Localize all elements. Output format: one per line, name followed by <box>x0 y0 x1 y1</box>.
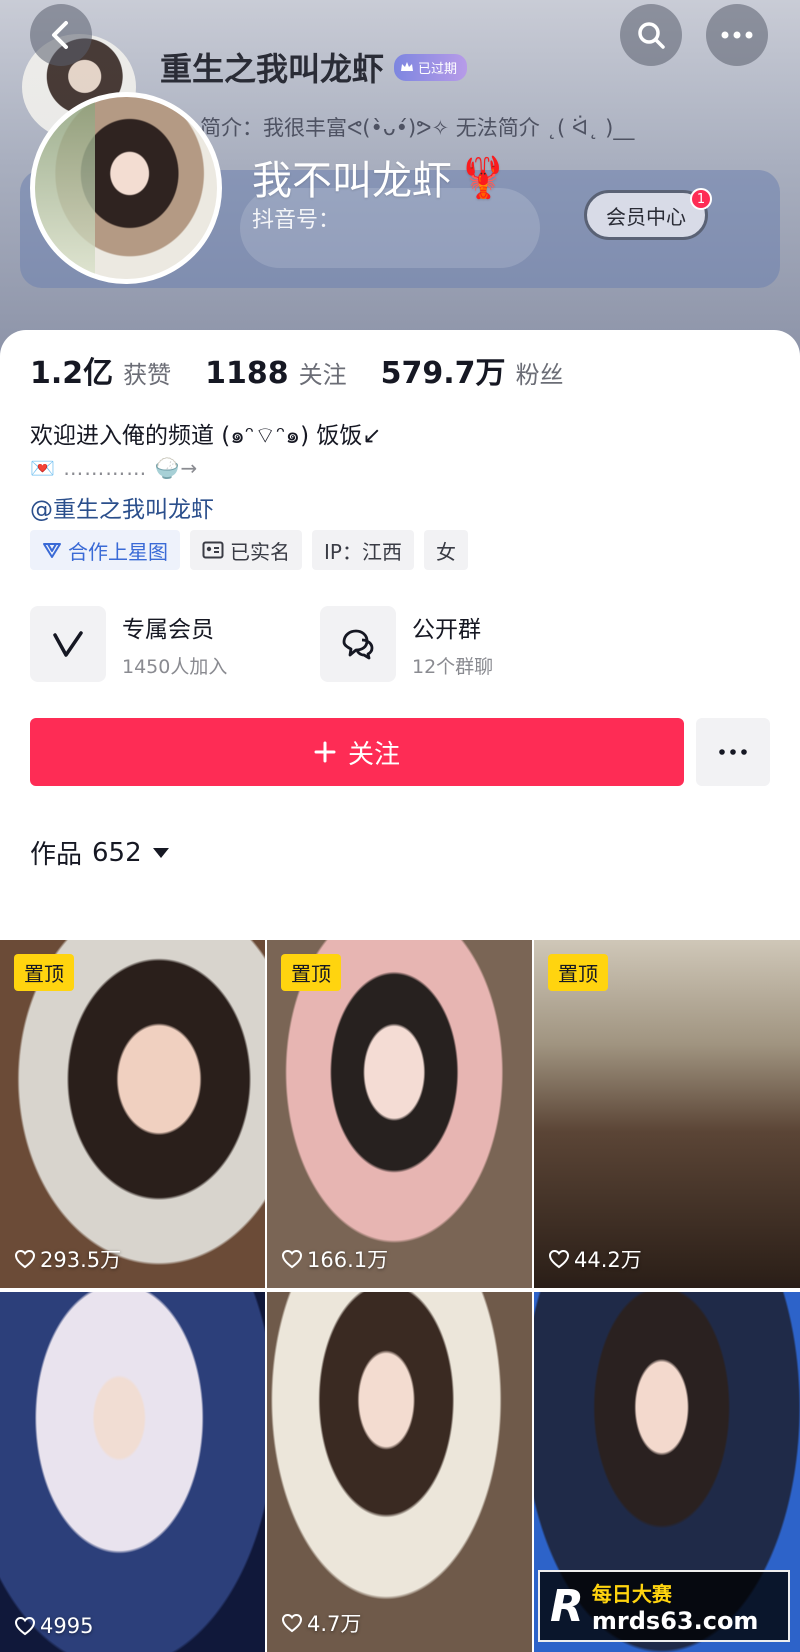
search-icon <box>638 22 665 49</box>
video-thumbnail[interactable]: 4995 <box>0 1292 265 1652</box>
heart-icon <box>14 1249 36 1269</box>
feature-subtitle: 12个群聊 <box>412 655 494 678</box>
video-thumbnail[interactable]: 4.7万 <box>267 1292 532 1652</box>
more-button[interactable] <box>706 4 768 66</box>
profile-header: 重生之我叫龙虾 已过期 简介：我很丰富ᕙ(•̀ᴗ•́)ᕗ✧ 无法简介 ˛( ᐛ˛… <box>0 0 800 360</box>
stat-followers[interactable]: 579.7万 粉丝 <box>381 348 564 392</box>
heart-icon <box>14 1616 36 1636</box>
tag-ip-location: IP：江西 <box>312 530 414 570</box>
follow-more-button[interactable] <box>696 718 770 786</box>
video-thumbnail[interactable]: 置顶 44.2万 <box>534 940 800 1288</box>
more-dots-icon <box>719 749 747 755</box>
tag-row: 合作上星图 已实名 IP：江西 女 <box>30 530 468 570</box>
like-count: 4.7万 <box>281 1608 361 1638</box>
like-count: 166.1万 <box>281 1244 388 1274</box>
feature-title: 公开群 <box>412 616 481 643</box>
lobster-emoji: 🦞 <box>458 154 508 201</box>
pinned-badge: 置顶 <box>281 954 341 991</box>
bio-mention-link[interactable]: @重生之我叫龙虾 <box>30 490 214 524</box>
exclusive-member-entry[interactable]: 专属会员 1450人加入 <box>30 606 280 682</box>
more-dots-icon <box>721 31 753 39</box>
follow-button[interactable]: 关注 <box>30 718 684 786</box>
chat-group-icon <box>320 606 396 682</box>
public-group-entry[interactable]: 公开群 12个群聊 <box>320 606 570 682</box>
plus-icon <box>314 741 336 763</box>
like-count: 44.2万 <box>548 1244 642 1274</box>
heart-icon <box>281 1613 303 1633</box>
bio-line-2: 💌 ………… 🍚→ <box>30 456 199 480</box>
video-grid: 置顶 293.5万 置顶 166.1万 置顶 44.2万 4995 4.7万 <box>0 940 800 1652</box>
id-card-icon <box>202 541 224 559</box>
like-count: 4995 <box>14 1614 93 1638</box>
heart-icon <box>281 1249 303 1269</box>
tag-star-map[interactable]: 合作上星图 <box>30 530 180 570</box>
back-button[interactable] <box>30 4 92 66</box>
crown-icon <box>401 62 414 71</box>
like-count: 293.5万 <box>14 1244 121 1274</box>
works-tab[interactable]: 作品 652 <box>30 834 170 871</box>
feature-row: 专属会员 1450人加入 公开群 12个群聊 <box>30 606 570 682</box>
stat-likes[interactable]: 1.2亿 获赞 <box>30 348 171 392</box>
profile-nickname: 我不叫龙虾 🦞 <box>252 154 508 205</box>
v-member-icon <box>30 606 106 682</box>
stats-row: 1.2亿 获赞 1188 关注 579.7万 粉丝 <box>30 348 598 392</box>
star-map-icon <box>43 543 61 558</box>
pinned-badge: 置顶 <box>14 954 74 991</box>
video-thumbnail[interactable]: 置顶 166.1万 <box>267 940 532 1288</box>
video-thumbnail[interactable]: 置顶 293.5万 <box>0 940 265 1288</box>
bio-line-1: 欢迎进入俺的频道 (๑ᵔ⌔ᵔ๑) 饭饭↙ <box>30 423 382 449</box>
notification-badge: 1 <box>690 188 712 210</box>
collapsed-bio: 简介：我很丰富ᕙ(•̀ᴗ•́)ᕗ✧ 无法简介 ˛( ᐛ˛ )__ <box>200 116 635 140</box>
search-button[interactable] <box>620 4 682 66</box>
tag-gender: 女 <box>423 530 468 570</box>
heart-icon <box>548 1249 570 1269</box>
profile-avatar[interactable] <box>30 92 222 284</box>
vip-expired-badge: 已过期 <box>394 53 468 81</box>
chevron-left-icon <box>52 21 68 49</box>
tag-verified[interactable]: 已实名 <box>190 530 302 570</box>
collapsed-title: 重生之我叫龙虾 已过期 <box>160 44 468 90</box>
stat-following[interactable]: 1188 关注 <box>205 355 347 391</box>
feature-title: 专属会员 <box>122 616 214 643</box>
watermark-logo: R 每日大赛 mrds63.com <box>538 1570 790 1642</box>
collapsed-name: 重生之我叫龙虾 <box>160 50 385 88</box>
feature-subtitle: 1450人加入 <box>122 655 228 678</box>
pinned-badge: 置顶 <box>548 954 608 991</box>
douyin-id[interactable]: 抖音号： <box>252 202 340 234</box>
caret-down-icon <box>152 847 169 858</box>
